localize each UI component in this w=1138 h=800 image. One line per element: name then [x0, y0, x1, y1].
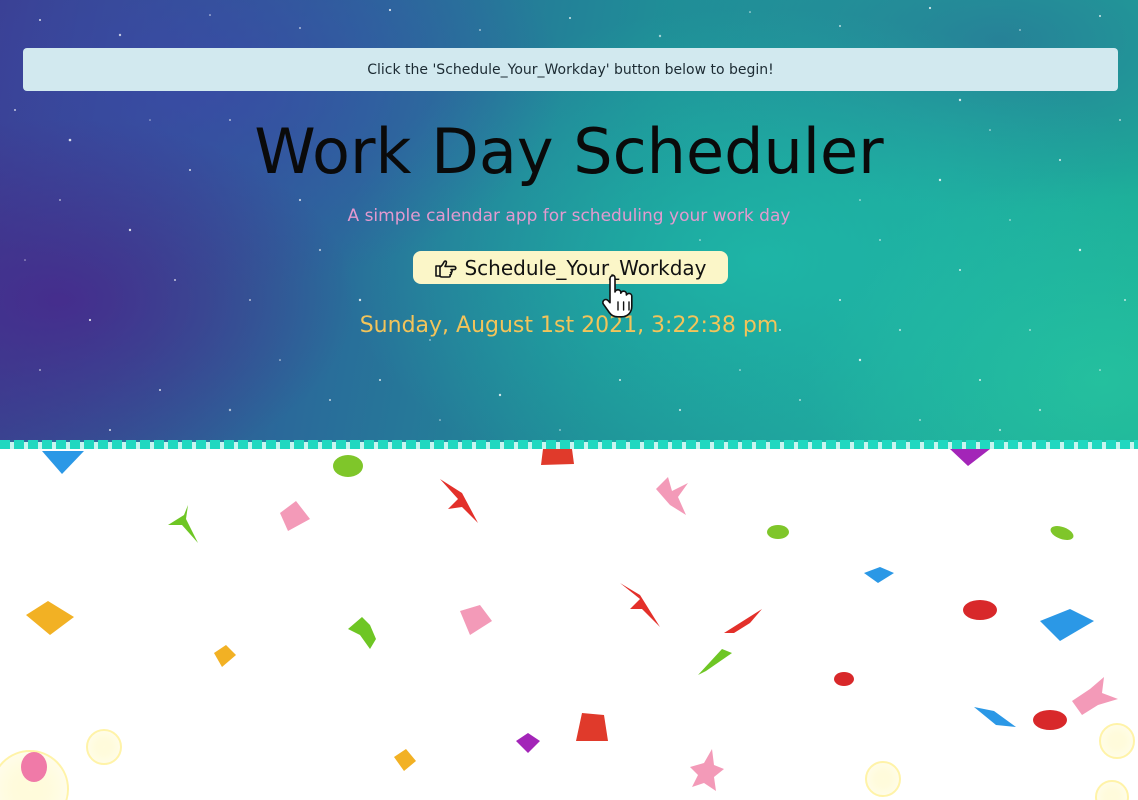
- current-datetime: Sunday, August 1st 2021, 3:22:38 pm: [359, 313, 779, 338]
- confetti-animation: [0, 449, 1135, 800]
- schedule-your-workday-button[interactable]: Schedule_Your_Workday: [413, 251, 728, 284]
- page: Click the 'Schedule_Your_Workday' button…: [0, 0, 1138, 800]
- page-subtitle: A simple calendar app for scheduling you…: [347, 206, 791, 226]
- hand-pointing-right-icon: [434, 258, 458, 278]
- instruction-banner-text: Click the 'Schedule_Your_Workday' button…: [367, 61, 774, 78]
- instruction-banner: Click the 'Schedule_Your_Workday' button…: [23, 48, 1118, 91]
- schedule-your-workday-label: Schedule_Your_Workday: [464, 255, 707, 280]
- header-dashed-border: [0, 440, 1138, 449]
- page-title: Work Day Scheduler: [254, 115, 884, 188]
- hero-background: Click the 'Schedule_Your_Workday' button…: [0, 0, 1138, 442]
